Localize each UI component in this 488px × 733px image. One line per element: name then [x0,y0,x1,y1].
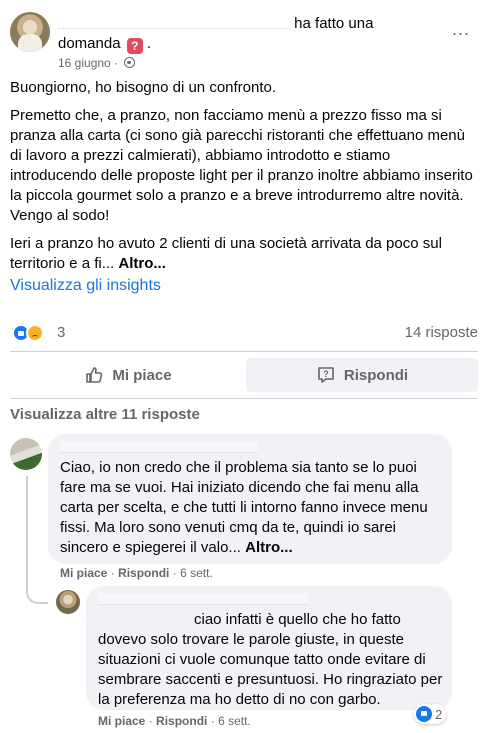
question-icon: ? [126,38,143,54]
svg-text:?: ? [323,369,329,379]
author-name-redacted[interactable] [58,19,290,30]
reply-meta: Mi piace · Rispondi · 6 sett. [98,714,251,728]
commenter-avatar[interactable] [10,438,42,470]
reply-thread-line [26,476,48,604]
divider [10,351,478,352]
reply-time[interactable]: 6 sett. [218,714,251,728]
reply-reaction-count: 2 [435,706,443,722]
sad-reaction-icon[interactable] [26,324,44,342]
comment-reply-link[interactable]: Rispondi [118,566,169,580]
author-action: ha fatto una [294,15,374,32]
author-line: ha fatto una domanda ? . [58,15,374,54]
reply-reactions[interactable]: 2 [414,704,447,724]
comment-meta: Mi piace · Rispondi · 6 sett. [60,566,213,580]
comment-see-more-link[interactable]: Altro... [245,539,293,556]
post-paragraph: Premetto che, a pranzo, non facciamo men… [10,107,473,224]
globe-icon [124,57,136,68]
author-avatar[interactable] [10,12,50,52]
comment-time[interactable]: 6 sett. [180,566,213,580]
like-label: Mi piace [112,366,172,384]
divider [10,398,478,399]
see-more-link[interactable]: Altro... [118,255,166,272]
reaction-count[interactable]: 3 [57,324,65,341]
like-reaction-icon [416,706,432,722]
post-date[interactable]: 16 giugno [58,56,111,70]
view-insights-link[interactable]: Visualizza gli insights [10,277,161,295]
answers-count[interactable]: 14 risposte [405,324,478,341]
reply-reply-link[interactable]: Rispondi [156,714,207,728]
reply-text: ciao infatti è quello che ho fatto dovev… [98,611,443,708]
post-meta: 16 giugno · [58,56,136,70]
post-paragraph: Ieri a pranzo ho avuto 2 clienti di una … [10,235,442,272]
view-more-replies-link[interactable]: Visualizza altre 11 risposte [10,406,200,423]
reply-button[interactable]: ? Rispondi [246,358,478,392]
commenter-name-redacted[interactable] [60,441,258,453]
post-type: domanda [58,35,121,52]
post-paragraph: Buongiorno, ho bisogno di un confronto. [10,79,277,96]
comment-like-link[interactable]: Mi piace [60,566,107,580]
replier-name-redacted[interactable] [98,593,308,605]
question-reply-icon: ? [318,367,334,383]
post-header: ha fatto una domanda ? . 16 giugno · ... [10,12,478,70]
comment-text: Ciao, io non credo che il problema sia t… [60,459,428,556]
more-options-icon[interactable]: ... [452,20,470,38]
like-button[interactable]: Mi piace [12,358,244,392]
reply-like-link[interactable]: Mi piace [98,714,145,728]
comment-bubble: Ciao, io non credo che il problema sia t… [48,434,452,564]
thumbs-up-icon [86,367,103,383]
replier-avatar[interactable] [56,590,80,614]
reactions-row: 3 14 risposte [10,322,478,344]
post-body: Buongiorno, ho bisogno di un confronto. … [10,78,480,282]
reply-bubble: ciao infatti è quello che ho fatto dovev… [86,586,452,710]
reply-label: Rispondi [343,366,409,384]
